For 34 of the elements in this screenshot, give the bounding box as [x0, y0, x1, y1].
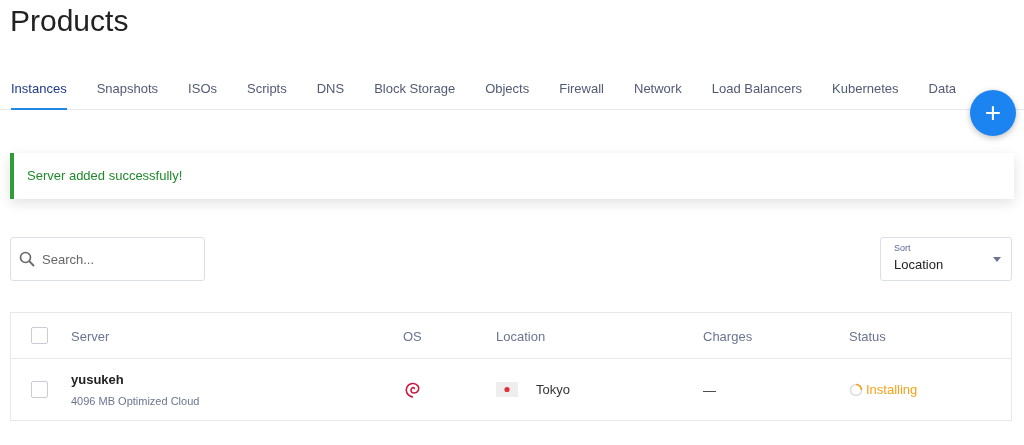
- tab[interactable]: Block Storage: [374, 70, 456, 110]
- column-header: Server: [71, 328, 110, 344]
- column-header: Location: [496, 328, 546, 344]
- add-button[interactable]: +: [970, 90, 1016, 136]
- flag-icon: [496, 382, 518, 397]
- tab[interactable]: ISOs: [188, 70, 217, 110]
- checkbox[interactable]: [31, 327, 48, 344]
- search-field[interactable]: Search...: [10, 237, 205, 281]
- tab[interactable]: Firewall: [559, 70, 604, 110]
- status-text: Installing: [849, 379, 918, 400]
- tab[interactable]: Kubernetes: [832, 70, 899, 110]
- tab[interactable]: DNS: [316, 70, 345, 110]
- location-text: Tokyo: [536, 380, 570, 399]
- swirl-icon: [403, 380, 421, 401]
- tab[interactable]: Data: [928, 70, 956, 110]
- column-header: Status: [849, 328, 886, 344]
- tab[interactable]: Instances: [11, 70, 67, 110]
- column-header: Charges: [703, 328, 753, 344]
- spinner-icon: [849, 382, 863, 397]
- sort-select[interactable]: Sort Location: [880, 237, 1012, 281]
- success-alert: Server added successfully!: [10, 153, 1014, 199]
- checkbox[interactable]: [31, 381, 48, 398]
- server-plan: 4096 MB Optimized Cloud: [71, 393, 201, 409]
- tab[interactable]: Network: [634, 70, 682, 110]
- search-icon: [19, 251, 35, 267]
- tab[interactable]: Snapshots: [96, 70, 159, 110]
- tab[interactable]: Objects: [485, 70, 530, 110]
- caret-icon: [993, 257, 1001, 262]
- tab[interactable]: Load Balancers: [711, 70, 803, 110]
- charges-text: —: [703, 382, 716, 398]
- column-header: OS: [403, 328, 422, 344]
- server-name: yusukeh: [71, 371, 125, 389]
- tab[interactable]: Scripts: [247, 70, 287, 110]
- page-title: Products: [9, 3, 130, 39]
